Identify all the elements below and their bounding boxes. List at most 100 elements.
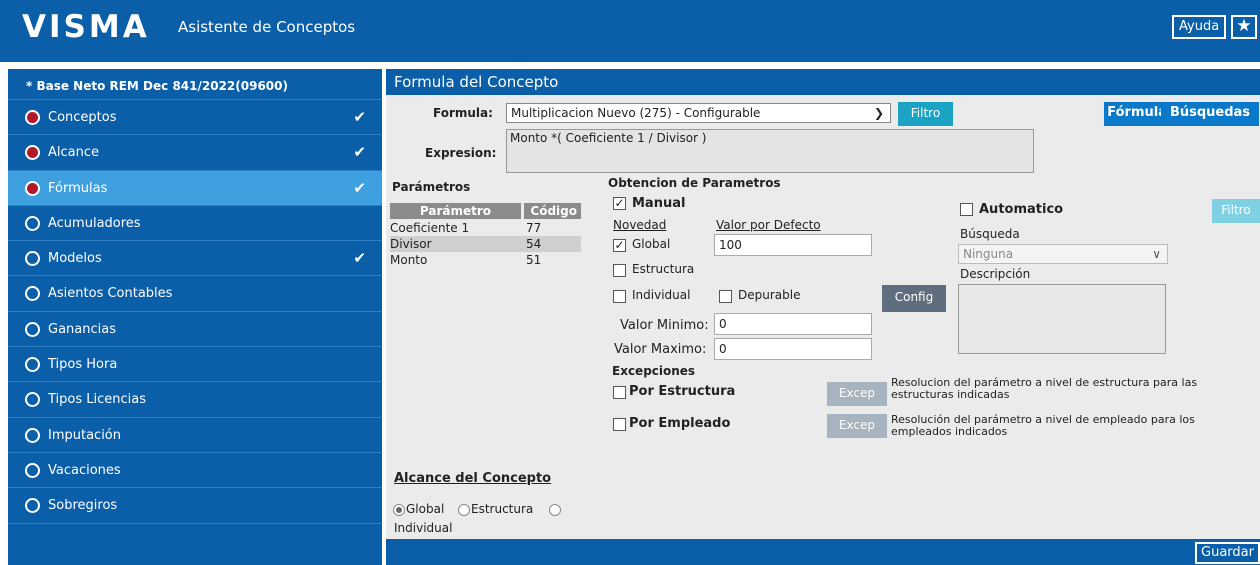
sidebar-item-label: Fórmulas xyxy=(48,180,108,196)
valor-maximo-label: Valor Maximo: xyxy=(614,342,707,357)
top-bar: VISMA Asistente de Conceptos Ayuda ★ xyxy=(0,0,1260,62)
code-column-header: Código xyxy=(524,203,581,219)
expresion-field[interactable]: Monto *( Coeficiente 1 / Divisor ) xyxy=(506,129,1034,173)
depurable-checkbox[interactable] xyxy=(719,290,732,303)
sidebar-item-imputación[interactable]: Imputación xyxy=(8,418,382,453)
por-estructura-checkbox[interactable] xyxy=(613,386,626,399)
sidebar-item-label: Ganancias xyxy=(48,321,116,337)
sidebar-item-conceptos[interactable]: Conceptos ✔ xyxy=(8,100,382,136)
sidebar-item-label: Imputación xyxy=(48,427,122,443)
formula-filter-button[interactable]: Filtro xyxy=(898,102,953,126)
table-row[interactable]: Coeficiente 1 77 xyxy=(390,220,581,236)
excep-estructura-button[interactable]: Excep xyxy=(827,382,887,406)
alcance-estructura-radio[interactable] xyxy=(458,504,470,516)
sidebar-item-label: Acumuladores xyxy=(48,215,141,231)
manual-label: Manual xyxy=(632,196,686,211)
busqueda-select[interactable]: Ninguna ∨ xyxy=(958,244,1168,264)
step-status-icon xyxy=(25,286,40,302)
param-code: 51 xyxy=(526,253,542,267)
step-status-icon xyxy=(25,392,40,408)
estructura-label: Estructura xyxy=(632,262,695,276)
alcance-global-label: Global xyxy=(406,502,445,516)
param-name: Monto xyxy=(390,253,428,267)
automatico-filter-button[interactable]: Filtro xyxy=(1212,199,1260,223)
global-checkbox[interactable]: ✓ xyxy=(613,239,626,252)
sidebar-item-fórmulas[interactable]: Fórmulas ✔ xyxy=(8,170,382,206)
sidebar-item-label: Modelos xyxy=(48,251,102,267)
busqueda-label: Búsqueda xyxy=(960,227,1020,241)
sidebar-item-tipos-hora[interactable]: Tipos Hora xyxy=(8,347,382,383)
step-status-icon xyxy=(25,462,40,478)
step-status-icon xyxy=(25,180,40,196)
descripcion-field[interactable] xyxy=(958,284,1166,354)
step-status-icon xyxy=(25,145,40,161)
sidebar-item-acumuladores[interactable]: Acumuladores xyxy=(8,206,382,242)
panel-title: Formula del Concepto xyxy=(386,68,1260,95)
panel-footer: Guardar xyxy=(386,539,1260,565)
step-status-icon xyxy=(25,427,40,443)
valor-defecto-input[interactable]: 100 xyxy=(714,234,872,256)
main-panel: Formula del Concepto Formula: Multiplica… xyxy=(386,68,1260,565)
visma-logo: VISMA xyxy=(22,9,150,45)
star-icon[interactable]: ★ xyxy=(1231,15,1257,39)
depurable-label: Depurable xyxy=(738,288,801,302)
busquedas-button[interactable]: Búsquedas xyxy=(1161,102,1259,126)
sidebar-item-label: Tipos Licencias xyxy=(48,392,147,408)
valor-maximo-input[interactable]: 0 xyxy=(714,338,872,360)
global-label: Global xyxy=(632,237,671,251)
table-row-selected[interactable]: Divisor 54 xyxy=(390,236,581,252)
help-button[interactable]: Ayuda xyxy=(1172,15,1227,39)
automatico-label: Automatico xyxy=(979,202,1064,217)
sidebar-item-ganancias[interactable]: Ganancias xyxy=(8,312,382,348)
param-name: Divisor xyxy=(390,237,432,251)
excepciones-title: Excepciones xyxy=(612,364,696,378)
manual-checkbox[interactable]: ✓ xyxy=(613,197,626,210)
obtencion-title: Obtencion de Parametros xyxy=(608,176,781,190)
checkmark-icon: ✔ xyxy=(353,178,366,197)
excep-empleado-button[interactable]: Excep xyxy=(827,414,887,438)
sidebar-item-vacaciones[interactable]: Vacaciones xyxy=(8,453,382,489)
sidebar-item-modelos[interactable]: Modelos ✔ xyxy=(8,241,382,277)
param-name: Coeficiente 1 xyxy=(390,221,470,235)
sidebar-item-asientos-contables[interactable]: Asientos Contables xyxy=(8,276,382,312)
novedad-label: Novedad xyxy=(613,218,667,232)
config-button[interactable]: Config xyxy=(882,285,946,312)
automatico-checkbox[interactable] xyxy=(960,203,973,216)
sidebar-item-sobregiros[interactable]: Sobregiros xyxy=(8,488,382,524)
individual-label: Individual xyxy=(632,288,691,302)
step-status-icon xyxy=(25,110,40,125)
estructura-checkbox[interactable] xyxy=(613,264,626,277)
busqueda-select-value: Ninguna xyxy=(963,247,1014,261)
param-code: 77 xyxy=(526,221,542,235)
por-empleado-checkbox[interactable] xyxy=(613,418,626,431)
por-empleado-label: Por Empleado xyxy=(629,416,731,431)
save-button[interactable]: Guardar xyxy=(1195,542,1260,564)
param-code: 54 xyxy=(526,237,542,251)
param-column-header: Parámetro xyxy=(390,203,521,219)
formula-label: Formula: xyxy=(433,106,493,120)
table-row[interactable]: Monto 51 xyxy=(390,252,581,268)
formula-select[interactable]: Multiplicacion Nuevo (275) - Configurabl… xyxy=(506,103,891,123)
alcance-individual-label: Individual xyxy=(394,521,453,535)
empleado-desc: Resolución del parámetro a nivel de empl… xyxy=(891,413,1195,438)
alcance-individual-radio[interactable] xyxy=(549,504,561,516)
valor-defecto-label: Valor por Defecto xyxy=(716,218,821,232)
individual-checkbox[interactable] xyxy=(613,290,626,303)
sidebar-item-tipos-licencias[interactable]: Tipos Licencias xyxy=(8,382,382,418)
chevron-down-icon: ∨ xyxy=(1152,247,1161,261)
descripcion-label: Descripción xyxy=(960,267,1031,281)
expresion-label: Expresion: xyxy=(425,146,497,160)
valor-minimo-label: Valor Minimo: xyxy=(620,318,709,333)
step-status-icon xyxy=(25,357,40,373)
alcance-title: Alcance del Concepto xyxy=(394,471,552,486)
valor-minimo-input[interactable]: 0 xyxy=(714,313,872,335)
step-status-icon xyxy=(25,215,40,231)
alcance-global-radio[interactable] xyxy=(393,504,405,516)
sidebar-item-label: Alcance xyxy=(48,145,100,161)
sidebar-item-alcance[interactable]: Alcance ✔ xyxy=(8,135,382,171)
wizard-steps-list: Conceptos ✔ Alcance ✔ Fórmulas ✔ Acumuladores M… xyxy=(8,100,382,524)
sidebar-item-label: Tipos Hora xyxy=(48,357,118,373)
formula-select-value: Multiplicacion Nuevo (275) - Configurabl… xyxy=(511,106,761,120)
checkmark-icon: ✔ xyxy=(353,249,366,268)
step-status-icon xyxy=(25,321,40,337)
